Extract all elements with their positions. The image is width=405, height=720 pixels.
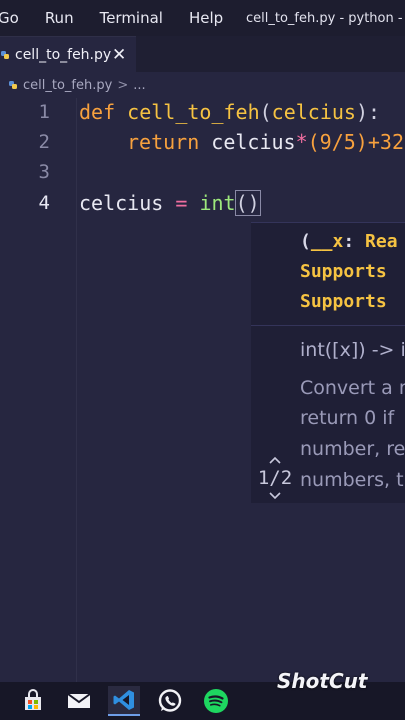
- breadcrumb-more[interactable]: ...: [133, 78, 145, 93]
- operator-assign: =: [175, 191, 188, 215]
- add-constant: +32: [367, 130, 404, 154]
- breadcrumb: cell_to_feh.py > ...: [0, 72, 146, 98]
- chevron-down-icon[interactable]: [265, 491, 285, 501]
- keyword-return: return: [127, 130, 200, 154]
- store-icon[interactable]: [17, 686, 49, 716]
- doc-line: number, re: [300, 438, 405, 460]
- whatsapp-icon[interactable]: [154, 686, 186, 716]
- chevron-right-icon: >: [117, 77, 129, 93]
- vscode-icon[interactable]: [108, 686, 140, 716]
- line-number: 2: [38, 131, 50, 153]
- open-paren: (: [259, 100, 272, 124]
- code-line-2[interactable]: 2 return celcius*(9/5)+32: [0, 128, 405, 158]
- close-icon[interactable]: ✕: [112, 45, 126, 65]
- popup-divider: [251, 325, 405, 326]
- keyword-def: def: [79, 100, 116, 124]
- variable: celcius: [79, 191, 164, 215]
- doc-line: return 0 if: [300, 407, 395, 429]
- tab-cell-to-feh[interactable]: cell_to_feh.py ✕: [0, 36, 136, 73]
- signature-line-3: Supports: [300, 291, 387, 312]
- close-paren-colon: ):: [355, 100, 381, 124]
- sig-open-paren: (: [300, 231, 311, 252]
- signature-help-popup[interactable]: (__x: Rea Supports Supports int([x]) -> …: [251, 222, 405, 503]
- mail-icon[interactable]: [63, 686, 95, 716]
- operator-multiply: *: [295, 130, 308, 154]
- doc-signature: int([x]) -> i: [300, 339, 405, 361]
- sig-param: __x: [310, 231, 344, 252]
- overload-pager: 1/2: [257, 467, 293, 489]
- python-file-icon: [9, 81, 17, 89]
- variable: celcius: [211, 130, 296, 154]
- tab-bar: cell_to_feh.py ✕: [0, 36, 405, 73]
- menu-help[interactable]: Help: [176, 9, 236, 27]
- sig-colon: :: [343, 231, 355, 252]
- doc-line: numbers, t: [300, 469, 404, 491]
- spotify-icon[interactable]: [200, 686, 232, 716]
- parameter: celcius: [271, 100, 356, 124]
- line-number: 3: [38, 161, 50, 183]
- python-file-icon: [1, 51, 9, 59]
- code-line-3[interactable]: 3: [0, 158, 405, 188]
- breadcrumb-file[interactable]: cell_to_feh.py: [23, 78, 112, 93]
- signature-line-2: Supports: [300, 261, 387, 282]
- doc-line: Convert a n: [300, 377, 405, 399]
- window-title: cell_to_feh.py - python - Vi: [246, 10, 405, 26]
- code-line-4[interactable]: 4 celcius = int(): [0, 189, 405, 219]
- call-parens: (): [234, 190, 261, 216]
- sig-type: Rea: [365, 231, 398, 252]
- menu-terminal[interactable]: Terminal: [87, 9, 176, 27]
- code-line-1[interactable]: 1 def cell_to_feh(celcius):: [0, 98, 405, 128]
- signature-line-1: (__x: Rea: [300, 231, 398, 252]
- expression: (9/5): [307, 130, 368, 154]
- shotcut-watermark: ShotCut: [277, 669, 368, 693]
- tab-label: cell_to_feh.py: [15, 47, 112, 63]
- menu-go[interactable]: Go: [0, 9, 32, 27]
- chevron-up-icon[interactable]: [265, 455, 285, 465]
- menu-run[interactable]: Run: [32, 9, 87, 27]
- builtin-int: int: [199, 191, 236, 215]
- line-number: 1: [38, 101, 50, 123]
- line-number: 4: [38, 192, 50, 214]
- function-name: cell_to_feh: [127, 100, 260, 124]
- menu-bar: Go Run Terminal Help cell_to_feh.py - py…: [0, 0, 405, 36]
